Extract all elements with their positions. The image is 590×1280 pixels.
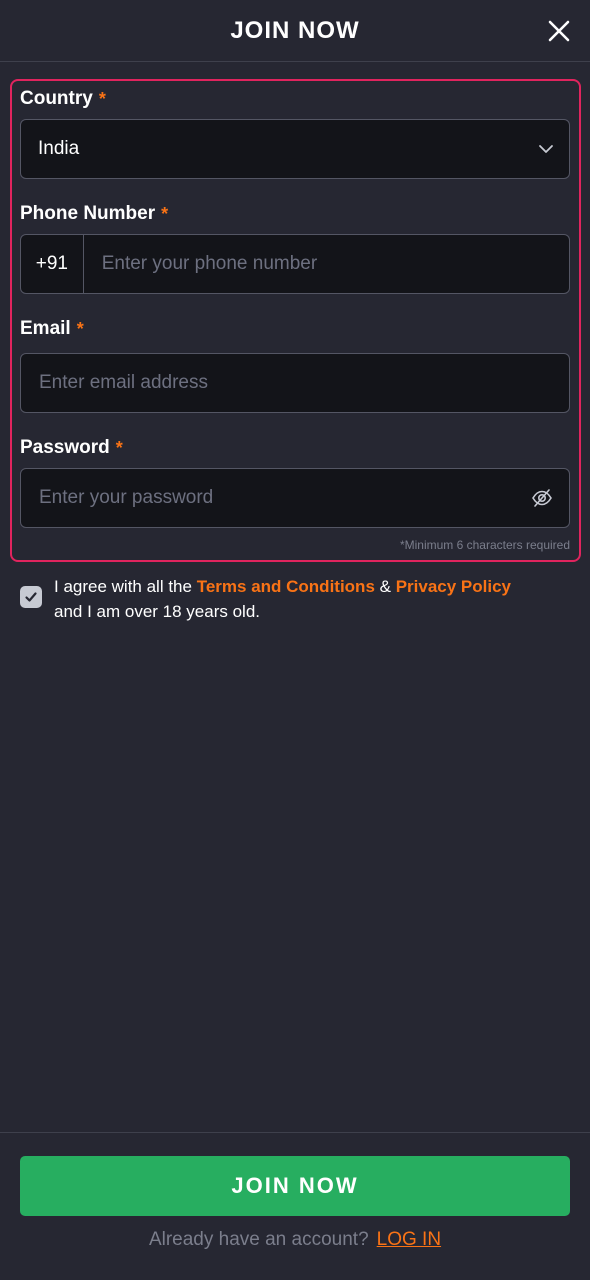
password-field [20,468,570,528]
join-now-button[interactable]: JOIN NOW [20,1156,570,1216]
chevron-down-icon [539,145,553,153]
country-value: India [38,138,80,159]
email-input[interactable] [21,354,569,412]
password-input[interactable] [21,469,569,527]
email-field [20,353,570,413]
terms-link[interactable]: Terms and Conditions [197,577,375,596]
required-mark: * [161,203,169,224]
login-prompt-row: Already have an account? LOG IN [0,1229,590,1251]
password-hint: *Minimum 6 characters required [399,538,570,552]
close-button[interactable] [544,16,574,46]
page-title: JOIN NOW [230,16,360,44]
privacy-link[interactable]: Privacy Policy [396,577,511,596]
country-select[interactable]: India [20,119,570,179]
country-label: Country * [20,88,106,109]
phone-field: +91 [20,234,570,294]
email-label: Email * [20,318,84,339]
eye-off-icon[interactable] [531,487,553,509]
agree-checkbox[interactable] [20,586,42,608]
password-label: Password * [20,437,123,458]
close-icon [548,20,570,42]
phone-input[interactable] [83,235,569,293]
check-icon [25,592,37,602]
footer: JOIN NOW Already have an account? LOG IN [0,1132,590,1280]
phone-label: Phone Number * [20,203,169,224]
required-mark: * [115,437,123,458]
required-mark: * [76,318,84,339]
phone-country-code[interactable]: +91 [21,235,84,293]
agreement-text: I agree with all the Terms and Condition… [54,577,512,621]
login-link[interactable]: LOG IN [377,1229,441,1250]
modal-header: JOIN NOW [0,0,590,62]
required-mark: * [98,88,106,109]
login-prompt: Already have an account? [148,1229,369,1250]
